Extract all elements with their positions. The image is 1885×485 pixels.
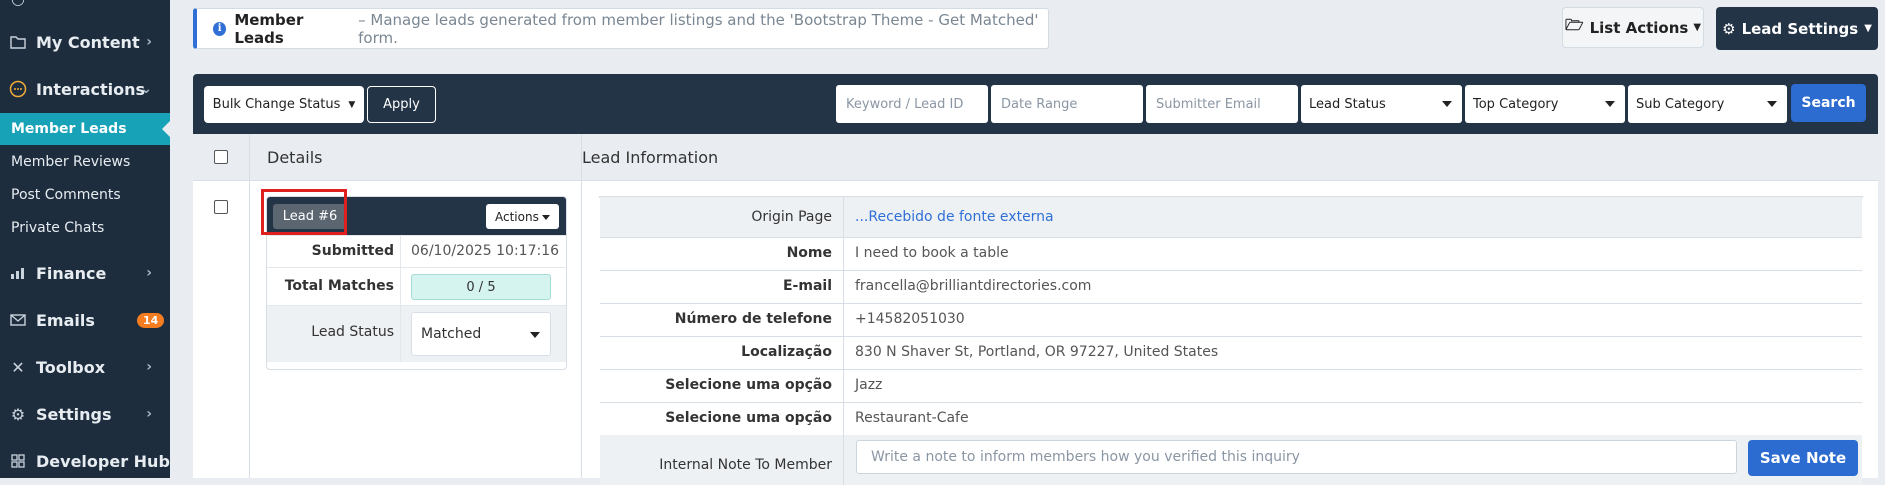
apply-button[interactable]: Apply [367,86,436,123]
submitter-email-input[interactable]: Submitter Email [1146,85,1298,123]
lead-information-table: Origin Page ...Recebido de fonte externa… [599,196,1863,485]
caret-down-icon [542,215,550,220]
info-row: Selecione uma opção Restaurant-Cafe [600,402,1862,436]
info-row: Selecione uma opção Jazz [600,369,1862,403]
caret-down-icon [1767,101,1777,107]
search-button[interactable]: Search [1791,84,1866,122]
select-all-checkbox[interactable] [214,150,228,164]
column-header-lead-information: Lead Information [582,148,719,167]
chat-icon [8,79,28,99]
row-checkbox[interactable] [214,200,228,214]
caret-down-icon [1605,101,1615,107]
caret-down-icon: ▼ [348,99,356,110]
submitted-value: 06/10/2025 10:17:16 [411,243,560,259]
chevron-right-icon: › [146,34,152,50]
gear-icon: ⚙ [10,404,26,424]
lead-status-select[interactable]: Matched [411,312,551,356]
lead-status-select[interactable]: Lead Status [1301,85,1462,123]
keyword-input[interactable]: Keyword / Lead ID [836,85,988,123]
page-info-box: i Member Leads – Manage leads generated … [193,8,1049,49]
highlight-box [261,189,347,235]
folder-icon [8,32,28,52]
page-title: Member Leads [234,10,304,47]
sidebar-item-label: My Content [36,32,140,52]
grid-icon [8,451,28,471]
chevron-right-icon: › [146,406,152,422]
table-header: Details Lead Information [193,134,1878,181]
sidebar-item-settings[interactable]: ⚙ Settings › [0,394,170,434]
date-range-input[interactable]: Date Range [991,85,1143,123]
emails-count-badge: 14 [137,312,165,328]
chevron-right-icon: › [146,359,152,375]
chevron-down-icon: ⌄ [140,81,152,97]
info-row: Nome I need to book a table [600,237,1862,271]
total-matches-row: Total Matches 0 / 5 [267,267,566,306]
tools-icon: ✕ [11,357,25,377]
column-header-details: Details [267,148,323,167]
sidebar-item-post-comments[interactable]: Post Comments [0,179,170,211]
submitted-row: Submitted 06/10/2025 10:17:16 [267,235,566,268]
sidebar-item-label: Interactions [36,79,146,99]
chart-icon [8,263,28,283]
info-row: Localização 830 N Shaver St, Portland, O… [600,336,1862,370]
caret-down-icon: ▼ [1864,23,1872,34]
sidebar-item-partial[interactable]: ◔ [0,0,170,8]
mail-icon [8,310,28,330]
internal-note-input[interactable]: Write a note to inform members how you v… [856,440,1737,474]
chevron-right-icon: › [146,265,152,281]
folder-open-icon: 🗁 [1564,16,1584,34]
sub-category-select[interactable]: Sub Category [1628,85,1787,123]
caret-down-icon [1442,101,1452,107]
sidebar-item-private-chats[interactable]: Private Chats [0,212,170,244]
sidebar-item-developer-hub[interactable]: Developer Hub [0,441,170,481]
sidebar-item-member-reviews[interactable]: Member Reviews [0,146,170,178]
column-divider [581,134,582,478]
sidebar-item-my-content[interactable]: My Content › [0,22,170,62]
sidebar-item-emails[interactable]: Emails 14 [0,300,170,340]
info-row: Número de telefone +14582051030 [600,303,1862,337]
info-row: E-mail francella@brilliantdirectories.co… [600,270,1862,304]
column-divider [249,134,250,478]
sidebar-item-interactions[interactable]: Interactions ⌄ [0,69,170,109]
sidebar: ◔ My Content › Interactions ⌄ Member Lea… [0,0,170,478]
origin-page-link[interactable]: ...Recebido de fonte externa [855,209,1054,225]
lead-status-row: Lead Status Matched [267,305,566,362]
bulk-change-status-dropdown[interactable]: Bulk Change Status ▼ [204,86,364,123]
info-icon: i [213,21,227,36]
page-description: – Manage leads generated from member lis… [358,10,1039,47]
save-note-button[interactable]: Save Note [1748,440,1858,476]
gears-icon: ⚙ [1722,19,1736,38]
partial-icon: ◔ [8,0,28,8]
total-matches-progress: 0 / 5 [411,274,551,300]
leads-table: Details Lead Information Lead #6 Actions… [193,134,1878,485]
lead-settings-button[interactable]: ⚙ Lead Settings ▼ [1716,7,1878,50]
list-actions-button[interactable]: 🗁 List Actions ▼ [1562,7,1704,48]
filter-toolbar: Bulk Change Status ▼ Apply Keyword / Lea… [193,74,1878,134]
caret-down-icon [530,332,540,338]
top-category-select[interactable]: Top Category [1465,85,1625,123]
caret-down-icon: ▼ [1693,22,1702,33]
sidebar-item-member-leads[interactable]: Member Leads [0,113,170,145]
sidebar-item-toolbox[interactable]: ✕ Toolbox › [0,347,170,387]
sidebar-item-finance[interactable]: Finance › [0,253,170,293]
info-row: Origin Page ...Recebido de fonte externa [600,197,1862,238]
lead-actions-button[interactable]: Actions [486,204,559,229]
